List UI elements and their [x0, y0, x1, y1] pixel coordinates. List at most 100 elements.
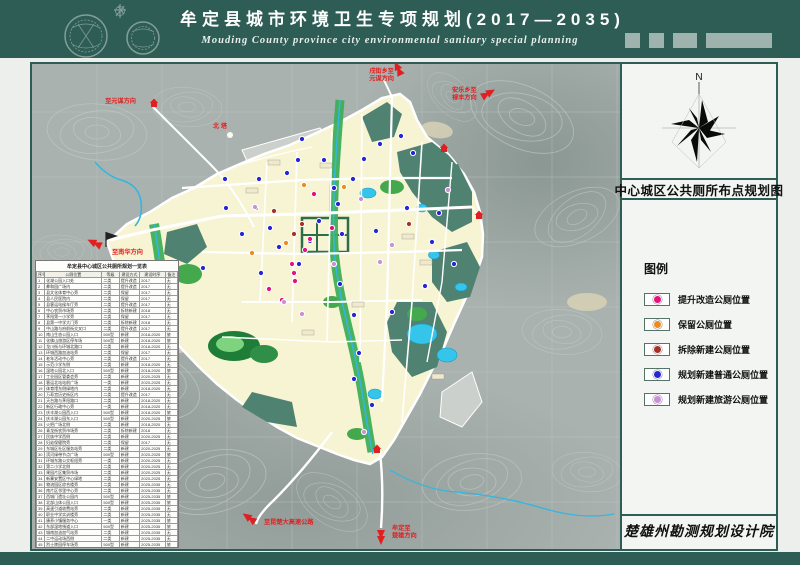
toilet-point-new_common [239, 231, 244, 236]
toilet-point-rebuild [299, 221, 304, 226]
table-row: 38北部山体公园入口500型新建2025-2035旅 [37, 500, 178, 506]
toilet-point-new_common [377, 141, 382, 146]
legend-swatch [644, 318, 670, 331]
planning-sheet: 牟定县城市环境卫生专项规划(2017—2035) Mouding County … [0, 0, 800, 565]
legend-label: 保留公厕位置 [678, 318, 732, 331]
toilet-point-new_common [295, 157, 300, 162]
table-row: 40职业中学实训楼旁二类新建2025-2035无 [37, 512, 178, 518]
toilet-point-new_common [389, 309, 394, 314]
label-sw-road: 至昆楚大高速公路 [264, 518, 314, 526]
table-row: 42东部湿地栈道入口500型新建2025-2035旅 [37, 524, 178, 530]
panel-title-box: 中心城区公共厕所布点规划图 [622, 180, 776, 200]
legend-label: 规划新建普通公厕位置 [678, 368, 768, 381]
label-ne-road: 安乐乡至禄丰方向 [451, 86, 477, 102]
legend-dot-icon [653, 370, 662, 379]
toilet-point-new_common [429, 239, 434, 244]
table-row: 43城南加油加气站旁二类新建2025-2035无 [37, 530, 178, 536]
toilet-point-new_common [267, 225, 272, 230]
table-row: 16湿地公园北入口500型新建2018-2020旅 [37, 368, 178, 374]
plan-table: 序号公厕位置等级建设方式建设时序备注 1化湖公园入口处二类提升改造2017无2彝… [36, 271, 178, 548]
map-canvas: 北 塔至元谋方向戌街乡至元谋方向安乐乡至禄丰方向至南华方向至昆楚大高速公路牟定至… [32, 64, 620, 549]
legend-label: 拆除新建公厕位置 [678, 343, 750, 356]
table-row: 19体育馆东侧绿地内二类新建2018-2020无 [37, 386, 178, 392]
right-panel: N [620, 64, 776, 549]
table-cell: 拆除新建 [119, 428, 139, 434]
toilet-point-upgrade [289, 261, 294, 266]
toilet-point-new_common [337, 281, 342, 286]
table-column-header: 序号 [37, 272, 45, 278]
toilet-point-new_tourism [281, 299, 286, 304]
table-cell: 拆除新建 [119, 320, 139, 326]
label-nw-road: 至元谋方向 [105, 97, 136, 105]
table-row: 22新区行政中心旁一类新建2018-2020无 [37, 404, 178, 410]
legend-item-new_common: 规划新建普通公厕位置 [644, 368, 776, 381]
toilet-point-new_common [222, 176, 227, 181]
toilet-point-upgrade [292, 278, 297, 283]
table-row: 46火车站站前片区一类新建2025-2035无 [37, 548, 178, 549]
table-row: 21天台路与茅阳路口二类新建2018-2020无 [37, 398, 178, 404]
toilet-point-upgrade [311, 191, 316, 196]
toilet-point-new_common [296, 261, 301, 266]
table-row: 32第二小学北侧二类新建2020-2025无 [37, 464, 178, 470]
deco-block [673, 33, 697, 48]
toilet-point-new_common [410, 150, 415, 155]
institute-name: 楚雄州勘测规划设计院 [624, 521, 774, 541]
legend-item-retain: 保留公厕位置 [644, 318, 776, 331]
table-row: 24庆丰湖公园东入口500型新建2020-2025旅 [37, 416, 178, 422]
toilet-point-upgrade [302, 247, 307, 252]
compass-box: N [622, 64, 776, 180]
table-row: 29东城区社区服务站旁二类新建2020-2025无 [37, 446, 178, 452]
table-cell: 提升改造 [119, 326, 139, 332]
table-cell: 提升改造 [119, 392, 139, 398]
table-cell: 46 [37, 548, 45, 549]
toilet-point-new_tourism [389, 242, 394, 247]
table-row: 18客运北站站前广场一类新建2020-2025无 [37, 380, 178, 386]
footer-band [0, 552, 800, 565]
table-row: 23庆丰湖公园西入口500型新建2018-2020旅 [37, 410, 178, 416]
toilet-point-new_common [276, 244, 281, 249]
toilet-point-upgrade [329, 225, 334, 230]
toilet-point-new_tourism [252, 204, 257, 209]
legend-label: 提升改造公厕位置 [678, 293, 750, 306]
legend-dot-icon [653, 345, 662, 354]
toilet-point-new_common [436, 210, 441, 215]
toilet-point-new_common [316, 218, 321, 223]
table-row: 27民族中学西侧二类新建2020-2025无 [37, 434, 178, 440]
table-row: 44二中运动场西侧二类新建2025-2035无 [37, 536, 178, 542]
label-w-road: 至南华方向 [112, 248, 143, 256]
toilet-point-new_common [350, 176, 355, 181]
table-row: 45烈士陵园停车场旁500型新建2025-2035旅 [37, 542, 178, 548]
toilet-point-new_common [200, 265, 205, 270]
table-title: 牟定县中心城区公共厕所规划一览表 [36, 261, 178, 271]
table-cell: 提升改造 [119, 278, 139, 284]
toilet-point-new_tourism [358, 196, 363, 201]
toilet-point-new_common [422, 283, 427, 288]
table-row: 30滨河绿带节点广场500型新建2020-2025旅 [37, 452, 178, 458]
page-subtitle: Mouding County province city environment… [180, 35, 600, 46]
table-row: 25火把广场北侧二类新建2018-2020无 [37, 422, 178, 428]
legend-title: 图例 [644, 260, 776, 277]
toilet-point-upgrade [266, 286, 271, 291]
table-cell: 新建 [119, 548, 139, 549]
legend-swatch [644, 293, 670, 306]
deco-block [706, 33, 772, 48]
toilet-point-new_common [335, 201, 340, 206]
north-letter: N [695, 72, 702, 83]
toilet-point-new_tourism [299, 311, 304, 316]
table-row: 34新寨安置区中心绿地二类新建2020-2025无 [37, 476, 178, 482]
legend-swatch [644, 368, 670, 381]
compass-rose-icon: N [622, 64, 776, 178]
table-cell: 一类 [102, 548, 119, 549]
toilet-point-retain [341, 184, 346, 189]
toilet-point-new_common [258, 270, 263, 275]
toilet-point-new_common [223, 205, 228, 210]
table-column-header: 建设方式 [119, 272, 139, 278]
header-band: 牟定县城市环境卫生专项规划(2017—2035) Mouding County … [0, 0, 800, 58]
table-cell: 2025-2035 [140, 548, 166, 549]
deco-block [649, 33, 664, 48]
table-row: 31环城东路公交枢纽旁一类新建2020-2025无 [37, 458, 178, 464]
toilet-point-new_common [398, 133, 403, 138]
toilet-point-new_tourism [445, 187, 450, 192]
plan-table-body: 1化湖公园入口处二类提升改造2017无2彝和园广场内二类提升改造2017无3县文… [37, 278, 178, 549]
toilet-point-rebuild [271, 208, 276, 213]
